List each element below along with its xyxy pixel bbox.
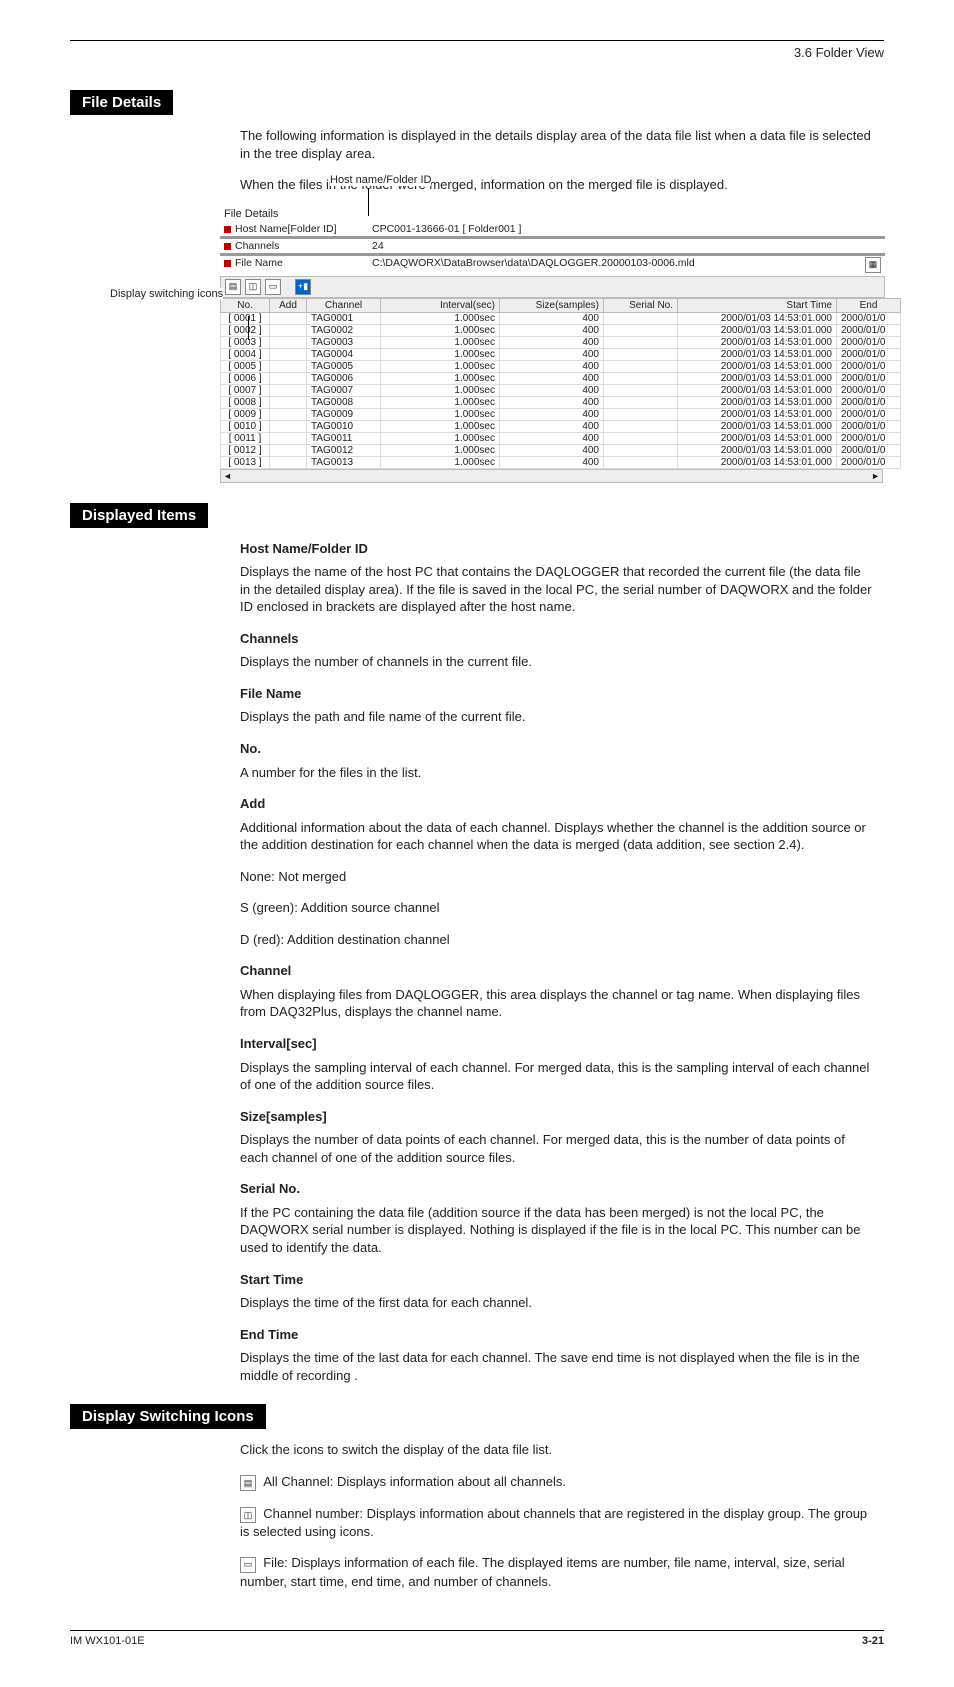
table-row[interactable]: [ 0011 ]TAG00111.000sec4002000/01/03 14:… [221, 432, 901, 444]
channel-number-icon-doc: ◫ [240, 1507, 256, 1523]
section-title-displayed-items: Displayed Items [70, 503, 208, 528]
footer-left: IM WX101-01E [70, 1635, 145, 1647]
text-no: A number for the files in the list. [240, 764, 874, 782]
channel-group-icon[interactable]: ◫ [245, 279, 261, 295]
table-row[interactable]: [ 0002 ]TAG00021.000sec4002000/01/03 14:… [221, 324, 901, 336]
term-channels: Channels [240, 630, 874, 648]
file-details-figure: Host name/Folder ID File Details Host Na… [220, 208, 884, 483]
file-details-info: Host Name[Folder ID] CPC001-13666-01 [ F… [220, 222, 885, 274]
table-row[interactable]: [ 0013 ]TAG00131.000sec4002000/01/03 14:… [221, 456, 901, 468]
th-no[interactable]: No. [221, 298, 270, 312]
table-row[interactable]: [ 0009 ]TAG00091.000sec4002000/01/03 14:… [221, 408, 901, 420]
horizontal-scrollbar[interactable]: ◄► [220, 469, 883, 483]
text-starttime: Displays the time of the first data for … [240, 1294, 874, 1312]
add-file-icon[interactable]: +▮ [295, 279, 311, 295]
table-row[interactable]: [ 0010 ]TAG00101.000sec4002000/01/03 14:… [221, 420, 901, 432]
th-size[interactable]: Size(samples) [500, 298, 604, 312]
table-row[interactable]: [ 0012 ]TAG00121.000sec4002000/01/03 14:… [221, 444, 901, 456]
term-add: Add [240, 795, 874, 813]
text-endtime: Displays the time of the last data for e… [240, 1349, 874, 1384]
icons-intro: Click the icons to switch the display of… [240, 1441, 874, 1459]
table-row[interactable]: [ 0005 ]TAG00051.000sec4002000/01/03 14:… [221, 360, 901, 372]
callout-icons: Display switching icons [110, 288, 223, 300]
text-channels: Displays the number of channels in the c… [240, 653, 874, 671]
th-start[interactable]: Start Time [678, 298, 837, 312]
text-serial: If the PC containing the data file (addi… [240, 1204, 874, 1257]
file-list-icon[interactable]: ▭ [265, 279, 281, 295]
intro-para-1: The following information is displayed i… [240, 127, 874, 162]
table-row[interactable]: [ 0004 ]TAG00041.000sec4002000/01/03 14:… [221, 348, 901, 360]
section-title-switch-icons: Display Switching Icons [70, 1404, 266, 1429]
channel-data-grid: No. Add Channel Interval(sec) Size(sampl… [220, 298, 901, 469]
section-title-file-details: File Details [70, 90, 173, 115]
th-serial[interactable]: Serial No. [604, 298, 678, 312]
term-interval: Interval[sec] [240, 1035, 874, 1053]
file-icon-doc: ▭ [240, 1557, 256, 1573]
table-row[interactable]: [ 0001 ]TAG00011.000sec4002000/01/03 14:… [221, 312, 901, 324]
all-channel-icon-doc: ▤ [240, 1475, 256, 1491]
text-size: Displays the number of data points of ea… [240, 1131, 874, 1166]
text-host: Displays the name of the host PC that co… [240, 563, 874, 616]
table-row[interactable]: [ 0007 ]TAG00071.000sec4002000/01/03 14:… [221, 384, 901, 396]
term-starttime: Start Time [240, 1271, 874, 1289]
th-end[interactable]: End [837, 298, 901, 312]
th-interval[interactable]: Interval(sec) [381, 298, 500, 312]
term-channel: Channel [240, 962, 874, 980]
text-interval: Displays the sampling interval of each c… [240, 1059, 874, 1094]
table-row[interactable]: [ 0006 ]TAG00061.000sec4002000/01/03 14:… [221, 372, 901, 384]
text-channel: When displaying files from DAQLOGGER, th… [240, 986, 874, 1021]
term-no: No. [240, 740, 874, 758]
term-host: Host Name/Folder ID [240, 540, 874, 558]
page-header-right: 3.6 Folder View [70, 45, 884, 60]
file-icon[interactable]: ▦ [865, 257, 881, 273]
term-filename: File Name [240, 685, 874, 703]
term-size: Size[samples] [240, 1108, 874, 1126]
all-channel-icon[interactable]: ▤ [225, 279, 241, 295]
table-row[interactable]: [ 0003 ]TAG00031.000sec4002000/01/03 14:… [221, 336, 901, 348]
term-serial: Serial No. [240, 1180, 874, 1198]
th-add[interactable]: Add [270, 298, 307, 312]
term-endtime: End Time [240, 1326, 874, 1344]
footer-right: 3-21 [862, 1635, 884, 1647]
file-details-caption: File Details [220, 208, 884, 220]
callout-host: Host name/Folder ID [330, 174, 431, 186]
page-footer: IM WX101-01E 3-21 [70, 1630, 884, 1647]
text-add: Additional information about the data of… [240, 819, 874, 854]
text-filename: Displays the path and file name of the c… [240, 708, 874, 726]
display-switch-toolbar: ▤ ◫ ▭ +▮ [220, 276, 885, 298]
table-row[interactable]: [ 0008 ]TAG00081.000sec4002000/01/03 14:… [221, 396, 901, 408]
th-channel[interactable]: Channel [307, 298, 381, 312]
